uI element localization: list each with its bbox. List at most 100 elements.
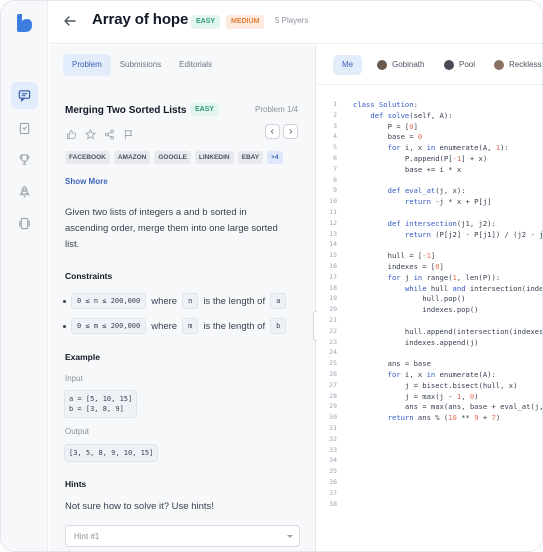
line-number: 6 [333, 154, 337, 162]
code-text: class Solution: [353, 100, 418, 109]
line-number: 3 [333, 121, 337, 130]
tag-more[interactable]: +4 [267, 151, 283, 164]
line-number: 36 [329, 478, 337, 486]
code-line: 6 P.append(P[-1] + x) [317, 154, 542, 165]
chat-icon [18, 90, 31, 102]
next-problem-button[interactable] [283, 124, 298, 139]
code-line: 29 ans = max(ans, base + eval_at(j, x)) [317, 402, 542, 413]
hint-select-value: Hint #1 [74, 532, 100, 541]
line-number: 24 [329, 348, 337, 357]
constraint-where: where [151, 295, 178, 307]
star-icon[interactable] [84, 127, 97, 140]
hints-text: Not sure how to solve it? Use hints! [65, 501, 214, 512]
code-line: 28 j = max(j - 1, 0) [317, 391, 542, 403]
tag-linkedin[interactable]: LINKEDIN [194, 151, 234, 164]
difficulty-badge-easy: EASY [191, 15, 221, 29]
code-text: return -j * x + P[j] [404, 197, 492, 207]
line-number: 9 [333, 186, 337, 195]
sidebar-item-layers[interactable] [11, 210, 38, 237]
back-arrow-icon[interactable] [63, 14, 77, 28]
constraint-text: is the length of [203, 320, 266, 332]
code-line: 9 def eval_at(j, x): [317, 186, 542, 197]
code-line: 24 [317, 348, 542, 359]
code-line: 36 [317, 478, 542, 489]
rocket-icon [19, 185, 30, 198]
tag-ebay[interactable]: EBAY [237, 151, 264, 164]
line-number: 34 [329, 456, 337, 465]
code-line: 37 [317, 489, 542, 500]
code-line: 18 while hull and intersection(indexes[-… [317, 284, 542, 295]
code-panel: Me Gobinath Pool Reckless 1 class Solutio… [317, 45, 542, 551]
tab-player-reckless[interactable]: Reckless [494, 55, 541, 75]
example-input: a = [5, 10, 15] b = [3, 8, 9] [64, 390, 138, 418]
problem-title: Merging Two Sorted Lists [65, 105, 187, 116]
line-number: 35 [329, 467, 337, 476]
code-text: return ans % (10 ** 9 + 7) [387, 413, 501, 423]
document-icon [19, 122, 30, 135]
tab-player-gobinath[interactable]: Gobinath [377, 55, 424, 75]
avatar [444, 60, 454, 70]
code-text: for j in range(1, len(P)): [387, 272, 501, 282]
code-line: 13 return (P[j2] - P[j1]) / (j2 - j1) [317, 230, 542, 241]
code-line: 8 [317, 176, 542, 187]
problem-navigation [265, 124, 298, 139]
sidebar-item-trophy[interactable] [11, 146, 38, 173]
code-text: indexes.append(j) [353, 337, 479, 347]
player-name: Reckless [509, 60, 542, 69]
tab-problem[interactable]: Problem [63, 54, 111, 76]
line-number: 38 [329, 499, 337, 508]
tab-submissions[interactable]: Submisions [111, 54, 170, 76]
show-more-link[interactable]: Show More [65, 177, 108, 186]
constraint-code: 0 ≤ m ≤ 200,000 [71, 318, 147, 334]
code-line: 25 ans = base [317, 359, 542, 370]
code-text: indexes = [0] [353, 262, 444, 271]
code-line: 16 indexes = [0] [317, 262, 542, 273]
hint-select[interactable]: Hint #1 [65, 525, 300, 547]
line-number: 29 [329, 402, 337, 411]
line-number: 20 [329, 305, 337, 314]
problem-panel: Problem Submisions Editorials Merging Tw… [49, 45, 316, 551]
previous-problem-button[interactable] [265, 124, 280, 139]
code-line: 15 hull = [-1] [317, 251, 542, 262]
line-number: 10 [329, 197, 337, 206]
tab-editorials[interactable]: Editorials [170, 54, 221, 76]
code-line: 38 [317, 499, 542, 511]
avatar [377, 60, 387, 70]
code-text: indexes.pop() [353, 305, 479, 315]
tab-player-me[interactable]: Me [333, 55, 362, 75]
tag-facebook[interactable]: FACEBOOK [65, 151, 110, 164]
code-text: for i, x in enumerate(A): [387, 370, 496, 379]
avatar [494, 60, 504, 70]
constraint-code: 0 ≤ n ≤ 200,000 [71, 293, 147, 309]
code-line: 19 hull.pop() [317, 294, 542, 305]
problem-actions [66, 127, 134, 140]
sidebar-item-chat[interactable] [11, 82, 38, 109]
players-count: 5 Players [275, 16, 309, 25]
sidebar-item-rocket[interactable] [11, 178, 38, 205]
constraint-where: where [151, 320, 178, 332]
line-number: 30 [329, 413, 337, 422]
problem-difficulty-badge: EASY [190, 103, 220, 116]
code-text: for i, x in enumerate(A, 1): [387, 143, 509, 153]
constraint-item: 0 ≤ m ≤ 200,000 where m is the length of… [63, 318, 287, 334]
page-title: Array of hope [92, 11, 189, 28]
tag-google[interactable]: GOOGLE [154, 151, 191, 164]
player-tabs: Me Gobinath Pool Reckless [317, 45, 542, 85]
code-line: 5 for i, x in enumerate(A, 1): [317, 143, 542, 154]
line-number: 28 [329, 391, 337, 400]
constraint-target: b [270, 318, 287, 334]
flag-icon[interactable] [123, 127, 134, 140]
share-icon[interactable] [104, 127, 115, 140]
line-number: 19 [329, 294, 337, 303]
code-line: 2 def solve(self, A): [317, 111, 542, 122]
code-text: j = max(j - 1, 0) [353, 391, 479, 401]
tag-amazon[interactable]: AMAZON [113, 151, 151, 164]
sidebar-item-document[interactable] [11, 115, 38, 142]
company-tags: FACEBOOK AMAZON GOOGLE LINKEDIN EBAY +4 [65, 151, 283, 164]
thumbs-up-icon[interactable] [66, 127, 77, 140]
code-line: 33 [317, 446, 542, 457]
tab-player-pool[interactable]: Pool [444, 55, 475, 75]
code-line: 23 indexes.append(j) [317, 337, 542, 349]
line-number: 11 [329, 208, 337, 216]
code-line: 12 def intersection(j1, j2): [317, 219, 542, 230]
